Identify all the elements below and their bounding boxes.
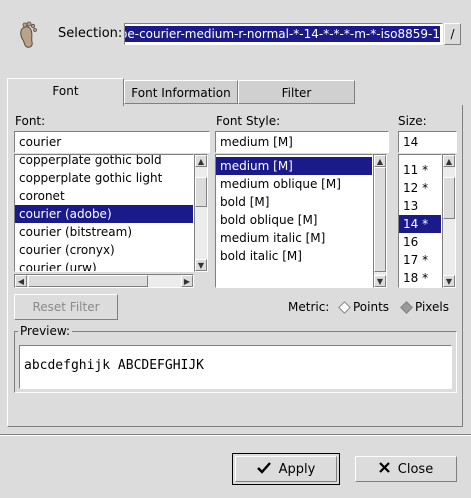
separator: [0, 434, 471, 436]
scroll-up-icon[interactable]: ▲: [195, 155, 207, 167]
scroll-up-icon[interactable]: ▲: [443, 155, 455, 167]
selection-field[interactable]: -adobe-courier-medium-r-normal-*-14-*-*-…: [124, 23, 443, 45]
scroll-right-icon[interactable]: ▶: [181, 275, 193, 287]
size-list[interactable]: 11 * 12 * 13 14 * 16 17 * 18 *: [398, 154, 442, 288]
font-selector-icon: [14, 20, 42, 50]
tab-font-information-label: Font Information: [131, 86, 231, 100]
font-list-hscroll[interactable]: ◀ ▶: [14, 274, 194, 288]
font-style-list[interactable]: medium [M] medium oblique [M] bold [M] b…: [215, 154, 373, 288]
apply-button[interactable]: Apply: [235, 456, 337, 482]
font-style-input-value: medium [M]: [220, 135, 293, 149]
browse-button[interactable]: /: [444, 23, 461, 45]
list-item[interactable]: courier (urw): [15, 259, 193, 271]
scroll-thumb[interactable]: [195, 177, 207, 207]
list-item[interactable]: 11 *: [399, 161, 441, 179]
selection-value: -adobe-courier-medium-r-normal-*-14-*-*-…: [125, 26, 440, 42]
list-item[interactable]: copperplate gothic bold: [15, 155, 193, 169]
list-item[interactable]: medium oblique [M]: [216, 175, 372, 193]
tab-filter[interactable]: Filter: [238, 80, 355, 104]
browse-label: /: [450, 27, 455, 41]
list-item[interactable]: 12 *: [399, 179, 441, 197]
list-item[interactable]: medium [M]: [216, 157, 372, 175]
preview-label: Preview:: [18, 324, 73, 338]
scroll-thumb[interactable]: [28, 275, 148, 287]
scroll-down-icon[interactable]: ▼: [374, 275, 386, 287]
list-item[interactable]: medium italic [M]: [216, 229, 372, 247]
font-style-vscroll[interactable]: ▲ ▼: [373, 154, 387, 288]
metric-points-label: Points: [353, 300, 390, 314]
scroll-down-icon[interactable]: ▼: [443, 275, 455, 287]
close-label: Close: [397, 461, 434, 477]
preview-text: abcdefghijk ABCDEFGHIJK: [24, 358, 205, 373]
font-input[interactable]: courier: [14, 131, 210, 153]
tab-font-information[interactable]: Font Information: [124, 80, 238, 104]
close-button[interactable]: Close: [355, 456, 457, 482]
list-item[interactable]: 14 *: [399, 215, 441, 233]
font-input-value: courier: [19, 135, 62, 149]
list-item[interactable]: 18 *: [399, 269, 441, 287]
metric-label: Metric:: [288, 300, 330, 314]
metric-option-points[interactable]: Points: [338, 300, 390, 314]
scroll-thumb[interactable]: [374, 167, 386, 272]
scroll-thumb[interactable]: [443, 177, 455, 219]
font-list[interactable]: copperplate gothic bold copperplate goth…: [14, 154, 194, 272]
list-item[interactable]: 13: [399, 197, 441, 215]
size-vscroll[interactable]: ▲ ▼: [442, 154, 456, 288]
close-icon: [379, 462, 390, 476]
size-label: Size:: [398, 114, 427, 128]
radio-points-icon[interactable]: [338, 301, 351, 314]
list-item[interactable]: courier (adobe): [15, 205, 193, 223]
list-item[interactable]: bold [M]: [216, 193, 372, 211]
selection-label: Selection:: [58, 26, 123, 41]
reset-filter-button[interactable]: Reset Filter: [14, 294, 118, 320]
size-input-value: 14: [403, 135, 419, 149]
checkmark-icon: [256, 461, 271, 477]
list-item[interactable]: courier (cronyx): [15, 241, 193, 259]
apply-label: Apply: [278, 461, 316, 477]
font-label: Font:: [15, 114, 46, 128]
font-list-vscroll[interactable]: ▲ ▼: [194, 154, 208, 272]
radio-pixels-icon[interactable]: [400, 301, 413, 314]
size-input[interactable]: 14: [398, 131, 457, 153]
tab-filter-label: Filter: [281, 86, 312, 100]
metric-option-pixels[interactable]: Pixels: [400, 300, 450, 314]
scroll-left-icon[interactable]: ◀: [15, 275, 27, 287]
scroll-up-icon[interactable]: ▲: [374, 155, 386, 167]
list-item[interactable]: coronet: [15, 187, 193, 205]
scroll-down-icon[interactable]: ▼: [195, 259, 207, 271]
list-item[interactable]: 16: [399, 233, 441, 251]
list-item[interactable]: 17 *: [399, 251, 441, 269]
font-style-label: Font Style:: [216, 114, 281, 128]
font-style-input[interactable]: medium [M]: [215, 131, 389, 153]
list-item[interactable]: copperplate gothic light: [15, 169, 193, 187]
tab-font[interactable]: Font: [7, 78, 124, 106]
list-item[interactable]: bold italic [M]: [216, 247, 372, 265]
list-item[interactable]: bold oblique [M]: [216, 211, 372, 229]
metric-pixels-label: Pixels: [415, 300, 450, 314]
reset-filter-label: Reset Filter: [32, 300, 100, 314]
tab-font-label: Font: [52, 84, 79, 98]
list-item[interactable]: courier (bitstream): [15, 223, 193, 241]
preview-box: abcdefghijk ABCDEFGHIJK: [19, 345, 452, 389]
